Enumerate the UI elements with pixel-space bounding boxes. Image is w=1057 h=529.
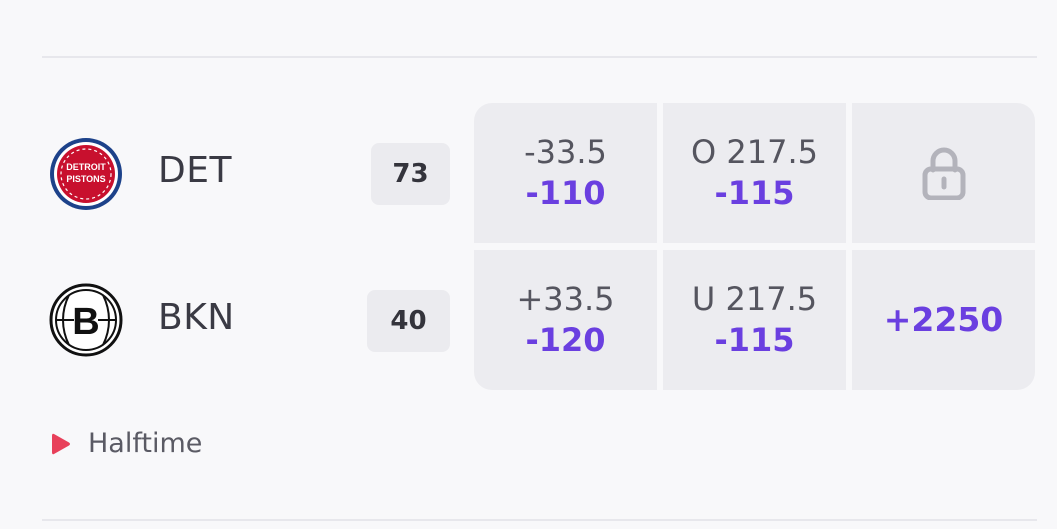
pistons-logo-text-top: DETROIT (66, 162, 106, 172)
pistons-logo-text-bottom: PISTONS (66, 174, 105, 184)
spread-det-button[interactable]: -33.5 -110 (474, 103, 657, 243)
spread-line: -33.5 (524, 133, 607, 171)
pistons-logo: DETROIT PISTONS (49, 137, 123, 211)
nets-logo-letter: B (72, 301, 99, 343)
team-row-det: DETROIT PISTONS DET 73 -33.5 -110 O 217.… (0, 103, 1057, 243)
total-price: -115 (714, 321, 795, 359)
lock-icon (922, 147, 965, 200)
total-under-button[interactable]: U 217.5 -115 (663, 250, 846, 390)
spread-price: -120 (525, 321, 606, 359)
moneyline-bkn-button[interactable]: +2250 (852, 250, 1035, 390)
game-status: Halftime (50, 428, 202, 459)
team-abbr-bkn: BKN (158, 297, 235, 338)
team-abbr-det: DET (158, 150, 232, 191)
total-line: O 217.5 (691, 133, 818, 171)
score-det: 73 (371, 143, 450, 205)
total-price: -115 (714, 174, 795, 212)
bottom-divider (42, 519, 1037, 521)
moneyline-det-locked (852, 103, 1035, 243)
live-play-icon (52, 433, 70, 454)
total-over-button[interactable]: O 217.5 -115 (663, 103, 846, 243)
team-row-bkn: B BKN 40 +33.5 -120 U 217.5 -115 +2250 (0, 250, 1057, 390)
moneyline-price: +2250 (883, 300, 1004, 339)
spread-bkn-button[interactable]: +33.5 -120 (474, 250, 657, 390)
top-divider (42, 56, 1037, 58)
score-bkn: 40 (367, 290, 450, 352)
nets-logo: B (49, 283, 123, 357)
total-line: U 217.5 (691, 280, 818, 318)
status-label: Halftime (88, 428, 203, 459)
spread-price: -110 (525, 174, 606, 212)
spread-line: +33.5 (516, 280, 615, 318)
